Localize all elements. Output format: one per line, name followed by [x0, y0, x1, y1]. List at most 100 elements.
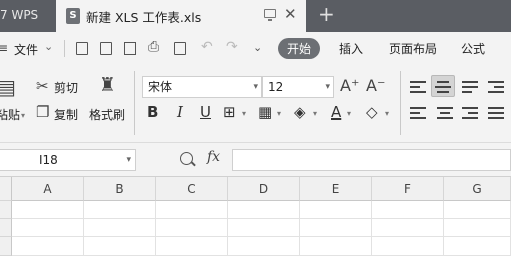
divider	[64, 40, 65, 57]
cell-reference: I18	[39, 153, 58, 167]
chevron-down-icon: ▾	[325, 82, 330, 92]
select-all-corner[interactable]	[0, 177, 12, 201]
chevron-down-icon[interactable]: ▾	[313, 109, 317, 118]
decrease-font-icon[interactable]: A⁻	[366, 76, 385, 95]
new-file-icon[interactable]	[76, 42, 88, 55]
grid-cell[interactable]	[444, 201, 511, 219]
grid-cell[interactable]	[372, 237, 444, 256]
tab-page-layout[interactable]: 页面布局	[389, 40, 437, 57]
redo-icon[interactable]: ↷	[226, 39, 238, 55]
column-header-g[interactable]: G	[444, 177, 511, 201]
export-icon[interactable]	[124, 42, 136, 55]
grid-cell[interactable]	[372, 219, 444, 237]
ribbon-toolbar: ▤ 粘贴 ▾ ✂ 剪切 ❐ 复制 ♜ 格式刷 宋体 ▾ 12 ▾ A⁺ A⁻ B…	[0, 65, 511, 143]
title-tab-bar: 7 WPS S 新建 XLS 工作表.xls ✕ +	[0, 0, 511, 32]
chevron-down-icon[interactable]: ⌄	[44, 40, 53, 53]
menu-icon[interactable]: ≡	[0, 41, 8, 55]
grid-cell[interactable]	[156, 237, 228, 256]
row-header[interactable]	[0, 219, 12, 237]
border-icon[interactable]: ⊞	[223, 103, 236, 121]
grid-cell[interactable]	[12, 237, 84, 256]
grid-cell[interactable]	[444, 219, 511, 237]
chevron-down-icon[interactable]: ▾	[21, 111, 25, 120]
column-header-f[interactable]: F	[372, 177, 444, 201]
font-name-select[interactable]: 宋体 ▾	[142, 76, 262, 98]
justify-icon[interactable]	[488, 107, 504, 119]
zoom-icon[interactable]	[180, 152, 193, 165]
grid-cell[interactable]	[372, 201, 444, 219]
column-header-e[interactable]: E	[300, 177, 372, 201]
scissors-icon[interactable]: ✂	[36, 77, 49, 95]
row-header[interactable]	[0, 201, 12, 219]
grid-cell[interactable]	[228, 219, 300, 237]
clear-format-icon[interactable]: ◇	[366, 103, 378, 121]
chevron-down-icon[interactable]: ▾	[385, 109, 389, 118]
monitor-icon[interactable]	[264, 9, 276, 21]
customize-dropdown-icon[interactable]: ⌄	[253, 41, 262, 54]
column-header-b[interactable]: B	[84, 177, 156, 201]
fill-color-icon[interactable]: ◈	[294, 103, 306, 121]
grid-cell[interactable]	[84, 201, 156, 219]
tab-insert[interactable]: 插入	[339, 40, 363, 57]
chevron-down-icon[interactable]: ▾	[277, 109, 281, 118]
grid-cell[interactable]	[300, 201, 372, 219]
grid-cell[interactable]	[156, 201, 228, 219]
column-header-d[interactable]: D	[228, 177, 300, 201]
undo-icon[interactable]: ↶	[201, 39, 213, 55]
tab-document[interactable]: S 新建 XLS 工作表.xls ✕	[56, 0, 306, 32]
paste-label[interactable]: 粘贴	[0, 106, 20, 123]
grid-cell[interactable]	[228, 237, 300, 256]
format-painter-label[interactable]: 格式刷	[89, 106, 125, 123]
row-header[interactable]	[0, 237, 12, 256]
copy-icon[interactable]: ❐	[36, 103, 49, 121]
align-left-icon[interactable]	[410, 107, 426, 119]
copy-label[interactable]: 复制	[54, 106, 78, 123]
column-header-a[interactable]: A	[12, 177, 84, 201]
file-menu[interactable]: 文件	[14, 41, 38, 58]
grid-cell[interactable]	[84, 219, 156, 237]
indent-icon[interactable]	[488, 81, 504, 93]
print-icon[interactable]: ⎙	[148, 39, 159, 55]
grid-cell[interactable]	[444, 237, 511, 256]
close-tab-icon[interactable]: ✕	[284, 5, 297, 23]
grid-cell[interactable]	[12, 201, 84, 219]
italic-button[interactable]: I	[177, 103, 183, 121]
align-right-icon[interactable]	[462, 107, 478, 119]
chevron-down-icon[interactable]: ▾	[242, 109, 246, 118]
formula-bar: I18 ▾ fx	[0, 143, 511, 177]
increase-font-icon[interactable]: A⁺	[340, 76, 359, 95]
cut-label[interactable]: 剪切	[54, 79, 78, 96]
name-box[interactable]: I18 ▾	[0, 149, 136, 171]
save-icon[interactable]	[100, 42, 112, 55]
font-color-button[interactable]: A	[331, 103, 341, 121]
chevron-down-icon: ▾	[126, 155, 131, 165]
align-bottom-icon[interactable]	[462, 81, 478, 93]
tab-home[interactable]: 开始	[278, 38, 321, 59]
menu-bar: ≡ 文件 ⌄ ⎙ ↶ ↷ ⌄ 开始 插入 页面布局 公式	[0, 32, 511, 65]
tab-wps-home[interactable]: 7 WPS	[0, 0, 56, 32]
grid-cell[interactable]	[228, 201, 300, 219]
fill-pattern-icon[interactable]: ▦	[258, 103, 272, 121]
font-size-select[interactable]: 12 ▾	[262, 76, 334, 98]
insert-function-button[interactable]: fx	[207, 149, 220, 165]
spreadsheet-grid[interactable]: A B C D E F G	[0, 177, 511, 256]
align-center-icon[interactable]	[437, 107, 453, 119]
grid-cell[interactable]	[300, 219, 372, 237]
grid-cell[interactable]	[12, 219, 84, 237]
grid-cell[interactable]	[300, 237, 372, 256]
tab-formulas[interactable]: 公式	[461, 40, 485, 57]
chevron-down-icon: ▾	[253, 82, 258, 92]
formula-input[interactable]	[232, 149, 511, 171]
grid-cell[interactable]	[84, 237, 156, 256]
align-top-icon[interactable]	[410, 81, 426, 93]
new-tab-button[interactable]: +	[318, 2, 335, 26]
print-preview-icon[interactable]	[174, 42, 186, 55]
grid-cell[interactable]	[156, 219, 228, 237]
underline-button[interactable]: U	[200, 103, 211, 121]
align-middle-icon	[435, 81, 451, 93]
paste-icon[interactable]: ▤	[0, 75, 16, 99]
chevron-down-icon[interactable]: ▾	[347, 109, 351, 118]
column-header-c[interactable]: C	[156, 177, 228, 201]
bold-button[interactable]: B	[147, 103, 158, 121]
format-painter-icon[interactable]: ♜	[99, 74, 116, 96]
